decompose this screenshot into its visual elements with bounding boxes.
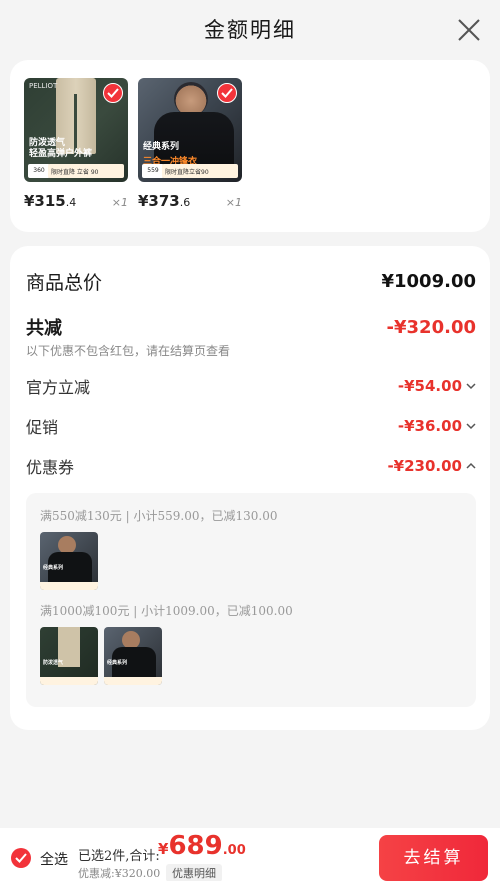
header: 金额明细 [0, 0, 500, 60]
selected-check-icon[interactable] [217, 83, 237, 103]
product-image[interactable]: 经典系列 三合一冲锋衣 559 限时直降立省90 [138, 78, 242, 182]
total-sum: ¥689.00 [158, 831, 246, 861]
coupon-product-thumb: 防泼透气 [40, 627, 98, 685]
product-price: ¥315.4 [24, 192, 77, 210]
tag-price: 360 [28, 164, 50, 178]
product-qty: ×1 [225, 196, 242, 209]
promotion-label: 促销 [26, 418, 59, 437]
total-reduction-row: 共减 -¥320.00 [26, 314, 476, 340]
total-price-row: 商品总价 ¥1009.00 [26, 266, 476, 296]
amount-detail-panel: 商品总价 ¥1009.00 共减 -¥320.00 以下优惠不包含红包，请在结算… [10, 246, 490, 730]
coupon-label: 优惠券 [26, 458, 75, 477]
total-label: 商品总价 [26, 271, 103, 294]
product-qty: ×1 [111, 196, 128, 209]
official-discount-row[interactable]: 官方立减 -¥54.00 [26, 373, 476, 399]
official-discount-value: -¥54.00 [397, 377, 462, 395]
promo-text: 经典系列 [143, 142, 180, 152]
coupon-detail-box: 满550减130元 | 小计559.00，已减130.00 经典系列 满1000… [26, 493, 476, 707]
close-icon[interactable] [456, 17, 482, 43]
select-all-label[interactable]: 全选 [40, 849, 68, 869]
discount-amount: 优惠减:¥320.00 [78, 867, 161, 880]
total-value: ¥1009.00 [381, 270, 476, 292]
chevron-down-icon[interactable] [466, 421, 476, 431]
product-list: PELLIOT 防泼透气 轻盈高弹户外裤 360 限时直降 立省 90 ¥315.… [10, 60, 490, 232]
coupon-value: -¥230.00 [387, 457, 462, 475]
reduce-value: -¥320.00 [386, 316, 476, 338]
reduce-label: 共减 [26, 318, 62, 339]
promotion-row[interactable]: 促销 -¥36.00 [26, 413, 476, 439]
coupon-product-thumb: 经典系列 [104, 627, 162, 685]
official-discount-label: 官方立减 [26, 378, 91, 397]
selected-check-icon[interactable] [103, 83, 123, 103]
discount-note: 以下优惠不包含红包，请在结算页查看 [26, 344, 231, 358]
coupon-row[interactable]: 优惠券 -¥230.00 [26, 453, 476, 479]
selected-info: 已选2件,合计: [78, 849, 160, 864]
promo-text: 防泼透气 轻盈高弹户外裤 [29, 138, 93, 159]
coupon-group-1-text: 满550减130元 | 小计559.00，已减130.00 [40, 509, 278, 523]
product-item[interactable]: PELLIOT 防泼透气 轻盈高弹户外裤 360 限时直降 立省 90 ¥315.… [24, 78, 128, 212]
tag-price: 559 [142, 164, 164, 178]
promo-banner: 限时直降立省90 [162, 164, 238, 178]
page-title: 金额明细 [204, 18, 296, 42]
product-price: ¥373.6 [138, 192, 191, 210]
model-head-image [174, 82, 208, 116]
promotion-value: -¥36.00 [397, 417, 462, 435]
select-all-checkbox[interactable] [11, 848, 31, 868]
coupon-group-2-text: 满1000减100元 | 小计1009.00，已减100.00 [40, 604, 293, 618]
brand-logo: PELLIOT [29, 82, 58, 90]
promo-banner: 限时直降 立省 90 [48, 164, 124, 178]
chevron-up-icon[interactable] [466, 461, 476, 471]
checkout-bar: 全选 已选2件,合计: ¥689.00 优惠减:¥320.00 优惠明细 去结算 [0, 828, 500, 881]
discount-detail-button[interactable]: 优惠明细 [166, 864, 222, 881]
chevron-down-icon[interactable] [466, 381, 476, 391]
coupon-group-2-items: 防泼透气 经典系列 [40, 619, 462, 689]
product-image[interactable]: PELLIOT 防泼透气 轻盈高弹户外裤 360 限时直降 立省 90 [24, 78, 128, 182]
product-item[interactable]: 经典系列 三合一冲锋衣 559 限时直降立省90 ¥373.6 ×1 [138, 78, 242, 212]
coupon-group-1-items: 经典系列 [40, 524, 462, 594]
coupon-product-thumb: 经典系列 [40, 532, 98, 590]
checkout-button[interactable]: 去结算 [379, 835, 488, 881]
